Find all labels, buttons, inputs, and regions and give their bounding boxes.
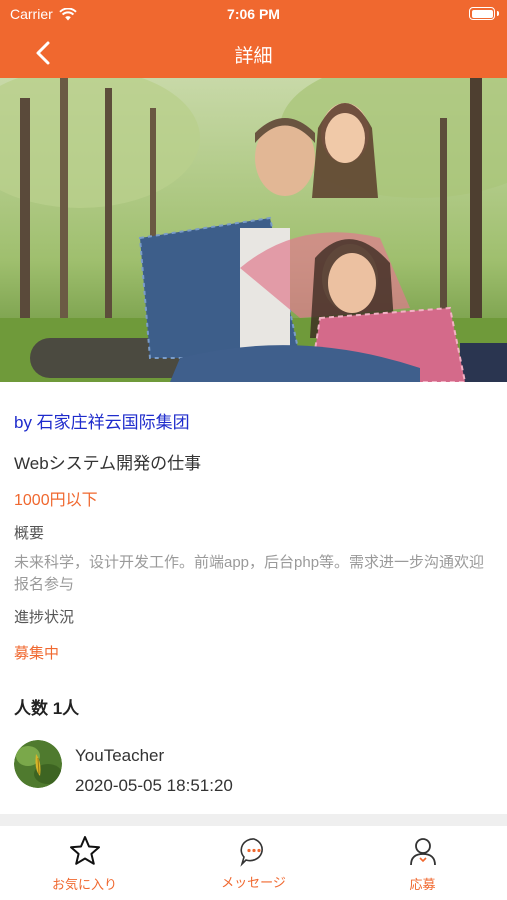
job-title: Webシステム開発の仕事 bbox=[14, 454, 202, 473]
battery-icon bbox=[469, 7, 499, 20]
applicant-row[interactable]: YouTeacher 2020-05-05 18:51:20 bbox=[14, 740, 494, 795]
clock: 7:06 PM bbox=[227, 6, 280, 22]
tab-favorites[interactable]: お気に入り bbox=[0, 826, 169, 900]
progress-label: 進捗状況 bbox=[14, 609, 75, 626]
star-icon bbox=[69, 836, 100, 865]
tab-apply[interactable]: 応募 bbox=[338, 826, 507, 900]
company-link[interactable]: by 石家庄祥云国际集团 bbox=[14, 408, 190, 433]
page-title: 詳細 bbox=[234, 46, 273, 67]
salary: 1000円以下 bbox=[14, 492, 98, 509]
user-icon bbox=[409, 838, 436, 866]
tab-favorites-label: お気に入り bbox=[51, 877, 117, 892]
applicant-name: YouTeacher bbox=[75, 746, 165, 765]
bottom-tab-bar: お気に入り メッセージ 応募 bbox=[0, 826, 507, 900]
tab-messages-label: メッセージ bbox=[221, 875, 286, 890]
people-count: 人数 1人 bbox=[14, 699, 80, 718]
hero-photo bbox=[0, 78, 507, 382]
tab-messages[interactable]: メッセージ bbox=[169, 826, 338, 900]
section-divider bbox=[0, 814, 507, 826]
message-icon bbox=[239, 838, 263, 867]
overview-text: 未来科学，设计开发工作。前端app，后台php等。需求进一步沟通欢迎报名参与 bbox=[14, 554, 485, 593]
applicant-date: 2020-05-05 18:51:20 bbox=[75, 776, 233, 795]
status-bar: Carrier 7:06 PM bbox=[0, 0, 507, 28]
overview-label: 概要 bbox=[14, 525, 45, 542]
nav-bar: 詳細 bbox=[0, 28, 507, 78]
avatar bbox=[14, 740, 62, 788]
status-badge: 募集中 bbox=[14, 645, 60, 662]
tab-apply-label: 応募 bbox=[409, 877, 436, 892]
